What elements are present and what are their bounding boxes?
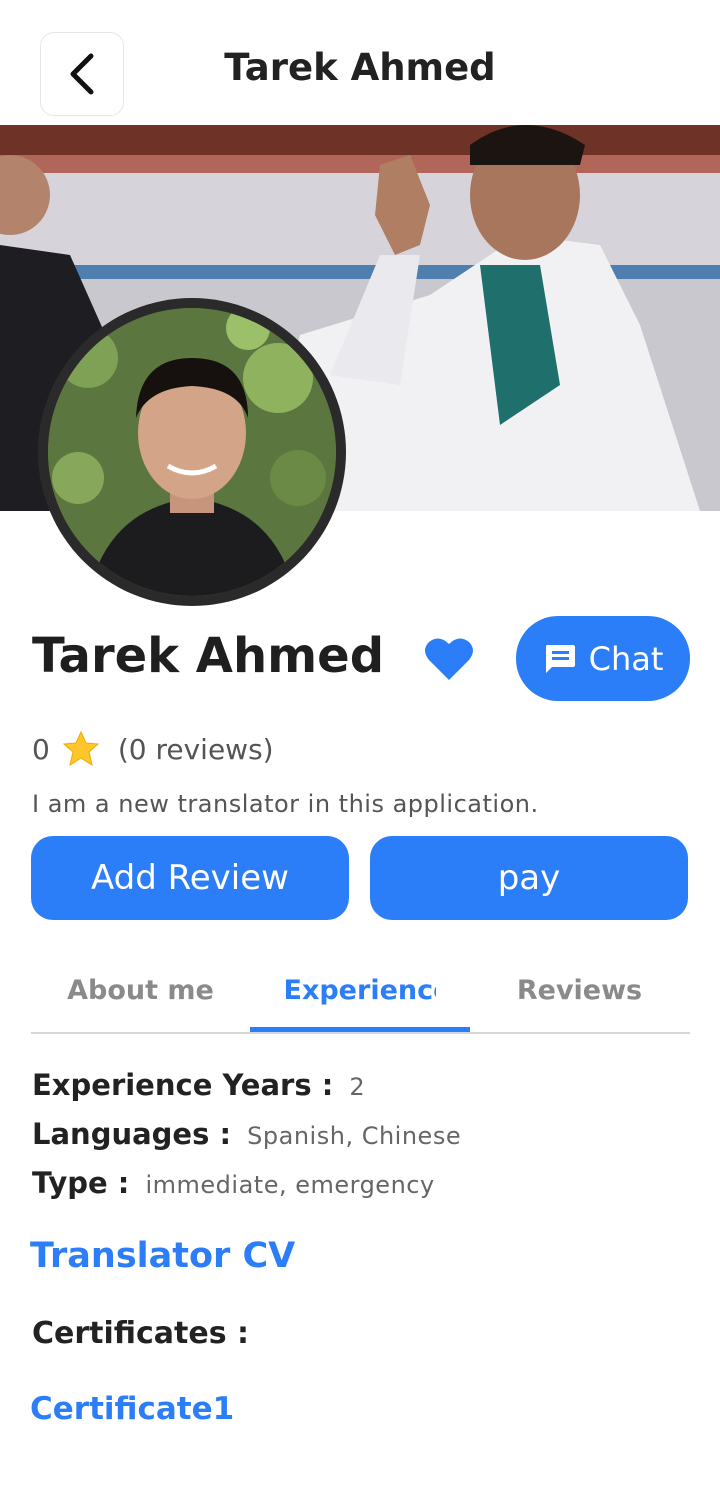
tab-label: About me (67, 974, 214, 1006)
bio-text: I am a new translator in this applicatio… (32, 790, 539, 818)
tab-about-me[interactable]: About me (31, 950, 250, 1030)
languages-value: Spanish, Chinese (247, 1122, 462, 1150)
profile-tabs: About me Experience Reviews (31, 950, 690, 1034)
profile-name: Tarek Ahmed (32, 628, 385, 684)
languages-label: Languages : (32, 1117, 232, 1151)
languages-row: Languages : Spanish, Chinese (32, 1117, 461, 1151)
chat-icon (545, 644, 575, 673)
avatar (38, 298, 346, 606)
rating-value: 0 (32, 732, 50, 766)
type-row: Type : immediate, emergency (32, 1166, 435, 1200)
tab-reviews[interactable]: Reviews (470, 950, 689, 1030)
tab-label: Experience (283, 974, 436, 1006)
star-icon (62, 730, 100, 767)
favorite-button[interactable] (423, 634, 475, 684)
chat-label: Chat (588, 639, 664, 678)
tab-experience[interactable]: Experience (250, 950, 469, 1030)
type-value: immediate, emergency (145, 1171, 435, 1199)
rating: 0 (0 reviews) (32, 730, 274, 768)
page-title: Tarek Ahmed (224, 46, 496, 89)
certificate-link[interactable]: Certificate1 (30, 1391, 234, 1427)
heart-icon (425, 638, 473, 680)
experience-years-label: Experience Years : (32, 1068, 334, 1102)
chat-button[interactable]: Chat (516, 616, 690, 701)
active-tab-indicator (250, 1027, 470, 1032)
add-review-button[interactable]: Add Review (31, 836, 349, 920)
certificates-label: Certificates : (32, 1316, 250, 1351)
pay-button[interactable]: pay (370, 836, 688, 920)
type-label: Type : (32, 1166, 130, 1200)
translator-cv-link[interactable]: Translator CV (30, 1236, 295, 1276)
experience-years-value: 2 (349, 1073, 366, 1101)
tab-label: Reviews (516, 974, 643, 1006)
app-header: Tarek Ahmed (0, 0, 720, 125)
experience-years-row: Experience Years : 2 (32, 1068, 365, 1102)
reviews-count: (0 reviews) (117, 732, 274, 766)
